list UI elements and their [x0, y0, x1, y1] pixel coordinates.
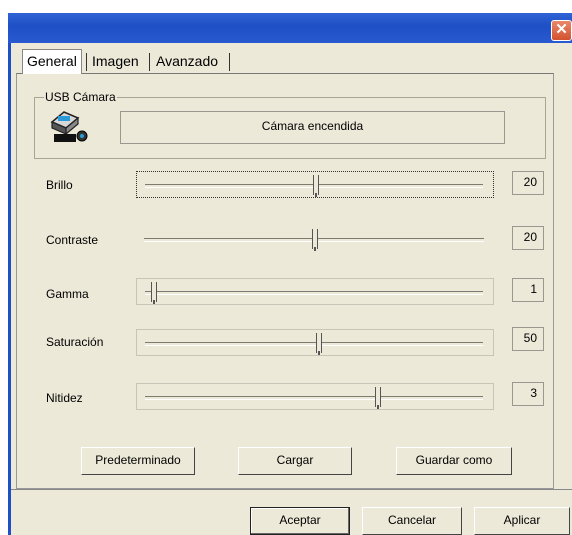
webcam-icon — [48, 108, 90, 146]
title-bar[interactable] — [8, 13, 572, 43]
gamma-value: 1 — [512, 278, 544, 302]
camera-status-display: Cámara encendida — [120, 111, 505, 144]
tab-imagen[interactable]: Imagen — [92, 50, 139, 72]
default-button[interactable]: Predeterminado — [81, 447, 195, 475]
tab-divider — [86, 53, 87, 71]
slider-track — [145, 291, 483, 295]
slider-track — [145, 396, 483, 400]
ok-button[interactable]: Aceptar — [250, 507, 350, 535]
contrast-value: 20 — [512, 226, 544, 250]
tab-general[interactable]: General — [22, 49, 82, 74]
gamma-label: Gamma — [46, 287, 89, 301]
tab-divider — [229, 53, 230, 71]
cancel-button[interactable]: Cancelar — [362, 507, 462, 535]
slider-thumb[interactable] — [311, 229, 318, 251]
brightness-label: Brillo — [46, 178, 73, 192]
sharpness-value: 3 — [512, 382, 544, 406]
tab-avanzado[interactable]: Avanzado — [156, 50, 218, 72]
tab-divider — [149, 53, 150, 71]
tab-avanzado-label: Avanzado — [156, 53, 219, 69]
contrast-label: Contraste — [46, 233, 99, 247]
saturation-label: Saturación — [46, 335, 104, 349]
slider-thumb[interactable] — [312, 175, 319, 197]
tab-imagen-label: Imagen — [92, 53, 139, 69]
saturation-slider[interactable] — [136, 329, 494, 356]
separator — [11, 489, 572, 492]
contrast-slider[interactable] — [136, 226, 494, 253]
slider-track — [145, 342, 483, 346]
slider-thumb[interactable] — [151, 282, 157, 304]
brightness-slider[interactable] — [136, 171, 494, 198]
close-button[interactable]: ✕ — [551, 20, 572, 41]
sharpness-slider[interactable] — [136, 383, 494, 410]
slider-thumb[interactable] — [375, 387, 382, 409]
apply-button[interactable]: Aplicar — [474, 507, 570, 535]
brightness-value: 20 — [512, 171, 544, 195]
sharpness-label: Nitidez — [46, 391, 83, 405]
close-icon: ✕ — [555, 21, 568, 38]
slider-thumb[interactable] — [316, 333, 322, 355]
camera-group-title: USB Cámara — [44, 90, 117, 104]
load-button[interactable]: Cargar — [238, 447, 352, 475]
tab-general-label: General — [27, 53, 77, 69]
gamma-slider[interactable] — [136, 278, 494, 305]
save-as-button[interactable]: Guardar como — [396, 447, 512, 475]
saturation-value: 50 — [512, 327, 544, 351]
